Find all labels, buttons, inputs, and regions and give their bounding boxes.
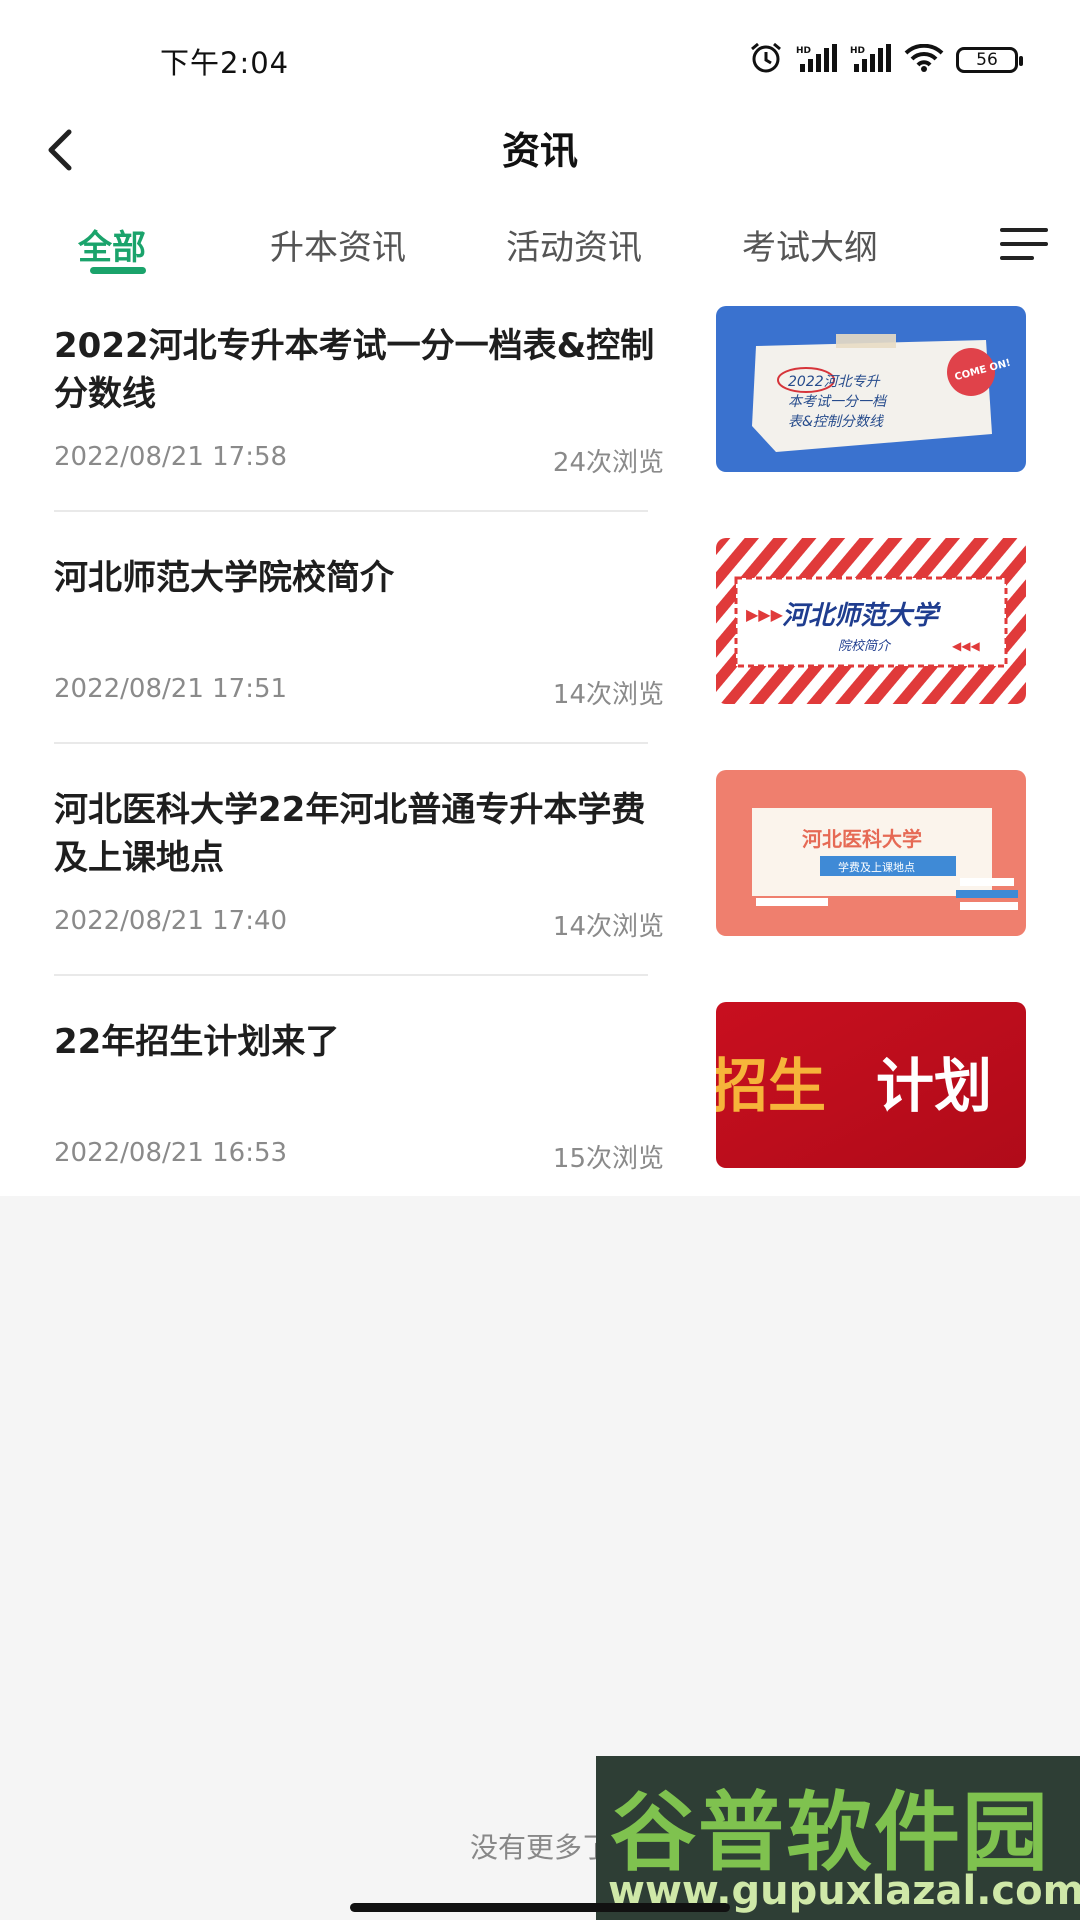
news-item[interactable]: 河北医科大学22年河北普通专升本学费及上课地点 2022/08/21 17:40… xyxy=(0,768,1080,998)
news-thumbnail: 2022河北专升 本考试一分一档 表&控制分数线 COME ON! xyxy=(716,306,1026,472)
thumb-text-white: 计划 xyxy=(876,1052,992,1120)
status-bar: 下午2:04 HD HD 56 xyxy=(0,0,1080,110)
news-title: 河北医科大学22年河北普通专升本学费及上课地点 xyxy=(54,790,646,878)
home-indicator[interactable] xyxy=(350,1903,730,1912)
tab-bar: 全部 升本资讯 活动资讯 考试大纲 xyxy=(0,212,1080,288)
tab-activity-news[interactable]: 活动资讯 xyxy=(506,220,642,269)
watermark: 谷普软件园 www.gupuxlazal.com xyxy=(596,1756,1080,1920)
svg-text:▶▶▶: ▶▶▶ xyxy=(746,605,784,624)
status-icons: HD HD 56 xyxy=(748,42,1023,78)
header: 资讯 xyxy=(0,100,1080,210)
news-views: 14次浏览 xyxy=(552,912,664,942)
news-thumbnail: ▶▶▶ 河北师范大学 院校简介 ◀◀◀ xyxy=(716,538,1026,704)
tab-all[interactable]: 全部 xyxy=(78,220,146,269)
thumb-heading: 河北医科大学 xyxy=(802,827,922,851)
news-date: 2022/08/21 17:40 xyxy=(54,906,288,936)
item-divider xyxy=(54,742,648,744)
news-views: 15次浏览 xyxy=(552,1144,664,1174)
svg-text:HD: HD xyxy=(796,46,811,56)
wifi-icon xyxy=(904,43,944,76)
battery-icon: 56 xyxy=(956,47,1023,73)
news-date: 2022/08/21 16:53 xyxy=(54,1138,288,1168)
thumb-subheading: 学费及上课地点 xyxy=(838,860,915,874)
news-views: 14次浏览 xyxy=(552,680,664,710)
svg-text:HD: HD xyxy=(850,46,865,56)
news-thumbnail: 招生 计划 xyxy=(716,1002,1026,1168)
item-divider xyxy=(54,974,648,976)
signal-hd-icon: HD xyxy=(796,44,838,76)
status-time: 下午2:04 xyxy=(160,46,290,80)
news-title: 2022河北专升本考试一分一档表&控制分数线 xyxy=(54,326,655,414)
news-item[interactable]: 2022河北专升本考试一分一档表&控制分数线 2022/08/21 17:58 … xyxy=(0,304,1080,534)
item-divider xyxy=(54,510,648,512)
category-menu-button[interactable] xyxy=(1000,224,1050,264)
news-title: 22年招生计划来了 xyxy=(54,1022,340,1062)
news-date: 2022/08/21 17:58 xyxy=(54,442,288,472)
thumb-text-yellow: 招生 xyxy=(716,1052,826,1120)
news-thumbnail: 河北医科大学 学费及上课地点 xyxy=(716,770,1026,936)
thumb-text-line: 本考试一分一档 xyxy=(788,394,888,410)
tab-upgrade-news[interactable]: 升本资讯 xyxy=(270,220,406,269)
page-title: 资讯 xyxy=(501,129,578,173)
news-date: 2022/08/21 17:51 xyxy=(54,674,288,704)
signal-hd-icon: HD xyxy=(850,44,892,76)
news-title: 河北师范大学院校简介 xyxy=(54,558,394,598)
hamburger-menu-icon xyxy=(1000,228,1048,260)
thumb-heading: 河北师范大学 xyxy=(782,601,942,631)
thumb-text-line: 表&控制分数线 xyxy=(788,414,885,430)
svg-text:◀◀◀: ◀◀◀ xyxy=(952,639,980,653)
news-item[interactable]: 河北师范大学院校简介 2022/08/21 17:51 14次浏览 ▶▶▶ 河北… xyxy=(0,536,1080,766)
thumb-text-line: 2022河北专升 xyxy=(788,374,881,390)
thumb-subheading: 院校简介 xyxy=(838,638,892,654)
news-item[interactable]: 22年招生计划来了 2022/08/21 16:53 15次浏览 招生 计划 xyxy=(0,1000,1080,1196)
tab-exam-syllabus[interactable]: 考试大纲 xyxy=(742,220,878,269)
active-tab-indicator xyxy=(90,267,146,274)
alarm-icon xyxy=(748,42,784,78)
news-views: 24次浏览 xyxy=(552,448,664,478)
